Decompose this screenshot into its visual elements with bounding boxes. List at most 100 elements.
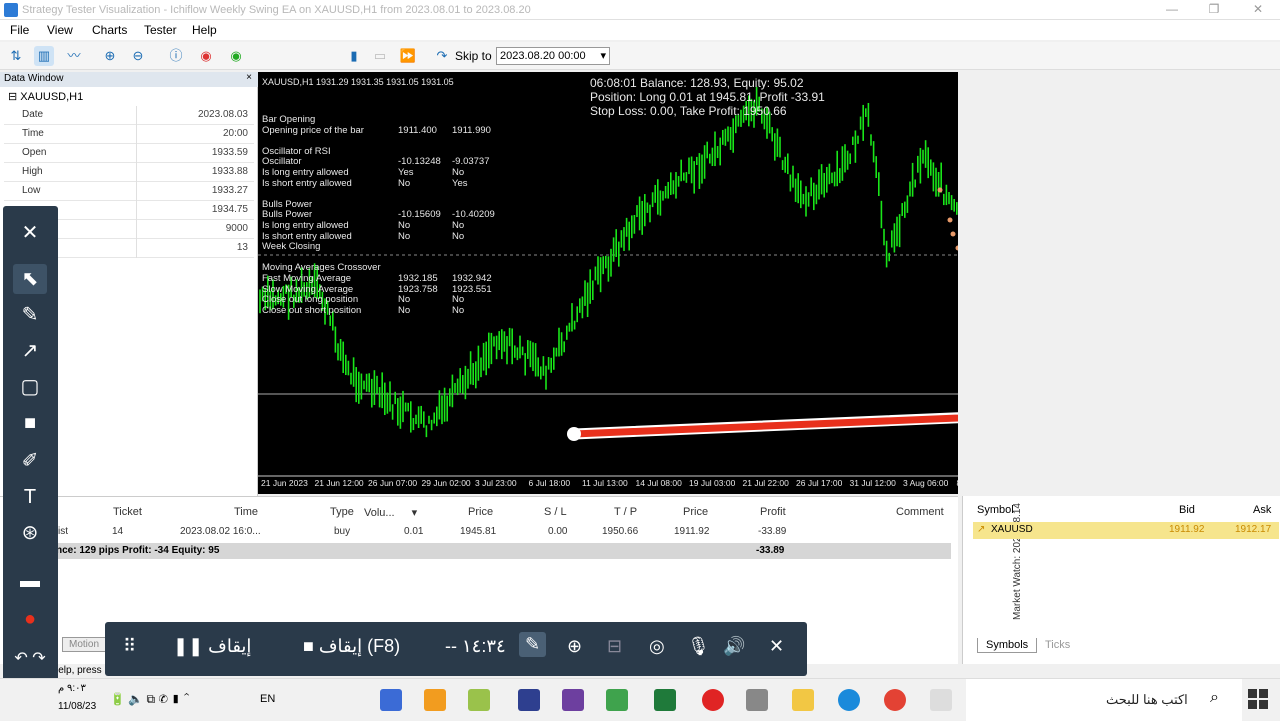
time-tick-label: 26 Jun 07:00 — [368, 478, 418, 488]
speaker-icon[interactable]: 🔊 — [723, 636, 745, 657]
app-icon[interactable] — [746, 689, 768, 711]
undo-redo-icon[interactable]: ↶ ↷ — [13, 644, 47, 674]
symbol-name: XAUUSD,H1 — [20, 91, 84, 103]
language-indicator[interactable]: EN — [260, 693, 275, 705]
app-icon[interactable] — [424, 689, 446, 711]
minimize-button[interactable]: — — [1162, 2, 1182, 18]
indicator-line: Oscillator of RSI — [262, 146, 522, 157]
folder-icon[interactable] — [792, 689, 814, 711]
indicator-a: No — [398, 294, 411, 306]
summary-profit: -33.89 — [756, 545, 785, 556]
crop-icon[interactable]: ⊟ — [607, 636, 622, 657]
play-icon[interactable]: ◉ — [226, 46, 246, 66]
col-header[interactable]: Time — [234, 506, 258, 518]
stop-button[interactable]: ■ إيقاف (F8) — [303, 636, 400, 657]
stamp-icon[interactable]: ⊛ — [13, 518, 47, 548]
chrome-icon[interactable] — [884, 689, 906, 711]
col-header[interactable]: Type — [330, 506, 354, 518]
close-button[interactable]: ✕ — [1248, 2, 1268, 18]
menu-tester[interactable]: Tester — [144, 23, 177, 37]
app-icon[interactable] — [468, 689, 490, 711]
col-header[interactable]: Volu... ▾ — [364, 506, 417, 519]
app-icon[interactable] — [930, 689, 952, 711]
app-icon[interactable] — [606, 689, 628, 711]
pause-label: إيقاف — [208, 636, 252, 656]
step-icon[interactable]: ▭ — [370, 46, 390, 66]
highlighter-icon[interactable]: ✐ — [13, 446, 47, 476]
drag-handle-icon[interactable]: ⠿ — [123, 636, 136, 657]
pen-icon[interactable]: ✎ — [13, 300, 47, 330]
task-view-icon[interactable] — [380, 689, 402, 711]
opera-icon[interactable] — [702, 689, 724, 711]
col-header[interactable]: Bid — [1179, 504, 1195, 516]
tab-motion[interactable]: Motion — [62, 637, 107, 652]
col-header[interactable]: S / L — [544, 506, 567, 518]
taskbar: ٩:٠٣ م 11/08/23 🔋 🔈 ⧉ ✆ ▮ ⌃ EN اكتب هنا … — [0, 678, 1280, 721]
pause-marker-icon[interactable]: ▮ — [344, 46, 364, 66]
close-icon[interactable]: × — [246, 72, 252, 83]
app-icon[interactable] — [518, 689, 540, 711]
menu-view[interactable]: View — [47, 23, 73, 37]
indicator-label: Is long entry allowed — [262, 167, 349, 178]
table-row[interactable]: ↗ XAUUSD 1911.92 1912.17 — [973, 522, 1279, 539]
sort-icon[interactable]: ⇅ — [6, 46, 26, 66]
filled-rectangle-icon[interactable]: ■ — [13, 408, 47, 438]
indicator-label: Slow Moving Average — [262, 283, 354, 295]
zoom-in-icon[interactable]: ⊕ — [100, 46, 120, 66]
windows-start-icon[interactable] — [1246, 687, 1270, 711]
data-value: 1933.88 — [211, 166, 248, 177]
col-header[interactable]: T / P — [614, 506, 637, 518]
col-header[interactable]: Comment — [896, 506, 944, 518]
webcam-icon[interactable]: ◎ — [649, 636, 665, 657]
cell-ask: 1912.17 — [1235, 524, 1272, 535]
market-watch: Market Watch: 2023.08.14 Symbol Bid Ask … — [962, 496, 1280, 664]
pointer-icon[interactable]: ⬉ — [13, 264, 47, 294]
skip-to-date-value: 2023.08.20 00:00 — [500, 50, 586, 62]
info-icon[interactable]: ⓘ — [166, 46, 186, 66]
col-header[interactable]: Symbol — [977, 504, 1014, 516]
maximize-button[interactable]: ❐ — [1204, 2, 1224, 18]
col-header[interactable]: Price — [683, 506, 708, 518]
edge-icon[interactable] — [838, 689, 860, 711]
close-icon[interactable]: ✕ — [769, 636, 784, 657]
text-icon[interactable]: T — [13, 482, 47, 512]
app-icon[interactable] — [562, 689, 584, 711]
system-tray-icons[interactable]: 🔋 🔈 ⧉ ✆ ▮ ⌃ — [110, 692, 189, 707]
close-icon[interactable]: ✕ — [13, 218, 47, 248]
indicator-line: Is short entry allowed No Yes — [262, 178, 522, 189]
dropdown-arrow-icon[interactable]: ▾ — [600, 49, 606, 62]
skip-icon[interactable]: ↷ — [432, 46, 452, 66]
zoom-in-icon[interactable]: ⊕ — [567, 636, 582, 657]
pen-icon[interactable]: ✎ — [519, 632, 547, 657]
line-chart-icon[interactable]: 〰 — [64, 46, 84, 66]
col-header[interactable]: Price — [468, 506, 493, 518]
indicator-label: Is short entry allowed — [262, 230, 352, 242]
col-header[interactable]: Profit — [760, 506, 786, 518]
menu-charts[interactable]: Charts — [92, 23, 127, 37]
tab-ticks[interactable]: Ticks — [1045, 639, 1070, 651]
zoom-out-icon[interactable]: ⊖ — [128, 46, 148, 66]
line-width-icon[interactable]: ▬ — [13, 566, 47, 596]
col-header[interactable]: Ask — [1253, 504, 1271, 516]
col-header[interactable]: Ticket — [113, 506, 142, 518]
bar-chart-icon[interactable]: ▥ — [34, 46, 54, 66]
pause-button[interactable]: ❚❚ إيقاف — [173, 636, 251, 657]
rectangle-icon[interactable]: ▢ — [13, 372, 47, 402]
microphone-icon[interactable]: 🎙 — [687, 636, 710, 657]
menu-file[interactable]: File — [10, 23, 29, 37]
indicator-label: Is short entry allowed — [262, 177, 352, 189]
data-row: High 1933.88 — [4, 163, 254, 182]
stop-icon[interactable]: ◉ — [196, 46, 216, 66]
skip-to-date-input[interactable]: 2023.08.20 00:00 ▾ — [496, 47, 610, 65]
app-icon[interactable] — [654, 689, 676, 711]
tab-symbols[interactable]: Symbols — [977, 638, 1038, 653]
price-chart[interactable]: XAUUSD,H1 1931.29 1931.35 1931.05 1931.0… — [258, 72, 958, 494]
color-picker-icon[interactable]: ● — [13, 604, 47, 634]
menu-help[interactable]: Help — [192, 23, 217, 37]
indicator-line — [262, 252, 522, 263]
indicator-line — [262, 188, 522, 199]
indicator-a: 1932.185 — [398, 273, 438, 284]
arrow-icon[interactable]: ↗ — [13, 336, 47, 366]
forward-icon[interactable]: ⏩ — [398, 46, 418, 66]
search-box[interactable]: اكتب هنا للبحث ⌕ — [966, 679, 1242, 721]
